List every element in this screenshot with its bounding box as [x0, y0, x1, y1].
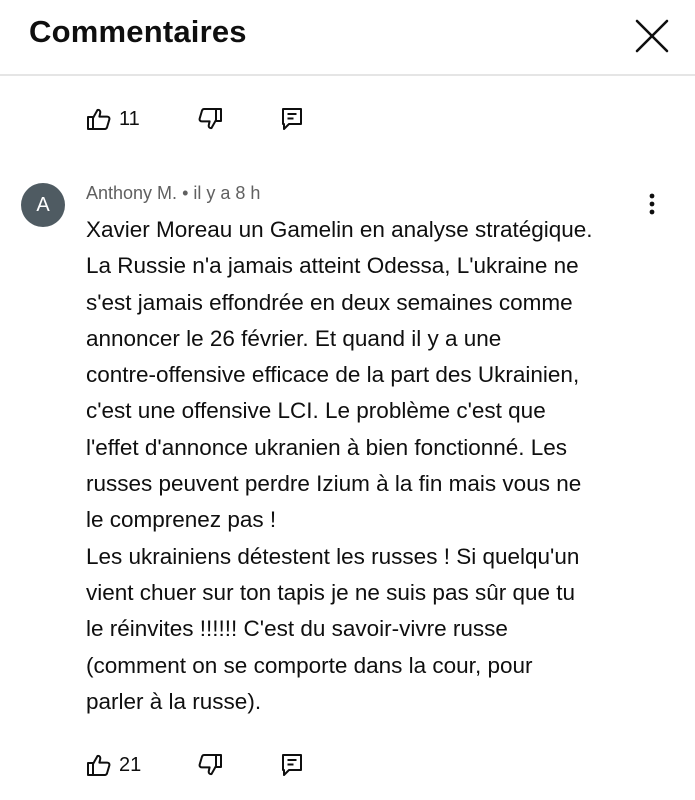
- dislike-button[interactable]: [197, 106, 223, 132]
- dislike-button[interactable]: [197, 752, 223, 778]
- comment-line: russes peuvent perdre Izium à la fin mai…: [86, 471, 582, 497]
- comment-line: La Russie n'a jamais atteint Odessa, L'u…: [86, 253, 579, 279]
- comment-body: Xavier Moreau un Gamelin en analyse stra…: [86, 212, 666, 720]
- comment-line: parler à la russe).: [86, 688, 262, 714]
- close-button[interactable]: [632, 16, 672, 56]
- reply-button[interactable]: [279, 106, 305, 132]
- comment-time: il y a 8 h: [193, 183, 261, 203]
- comment-line: le comprenez pas !: [86, 507, 277, 533]
- like-button[interactable]: 11: [86, 106, 171, 132]
- page-title: Commentaires: [29, 14, 247, 49]
- comment-line: Xavier Moreau un Gamelin en analyse stra…: [86, 217, 593, 242]
- author-name[interactable]: Anthony M.: [86, 183, 177, 203]
- like-count: 11: [119, 107, 140, 130]
- comment-line: le réinvites !!!!!! C'est du savoir-vivr…: [86, 616, 508, 642]
- header-bar: Commentaires: [0, 0, 695, 76]
- previous-comment-actions: 11: [86, 102, 305, 136]
- like-count: 21: [119, 753, 142, 776]
- like-button[interactable]: 21: [86, 752, 171, 778]
- meta-separator: •: [182, 183, 189, 203]
- avatar[interactable]: A: [21, 183, 65, 227]
- comment-line: s'est jamais effondrée en deux semaines …: [86, 289, 573, 315]
- thumb-up-icon: [87, 754, 111, 776]
- reply-icon: [282, 108, 302, 130]
- comment-actions: 21: [86, 748, 305, 782]
- comment-line: contre-offensive efficace de la part des…: [86, 362, 580, 388]
- comment-line: c'est une offensive LCI. Le problème c'e…: [86, 398, 546, 424]
- comment-line: vient chuer sur ton tapis je ne suis pas…: [86, 579, 576, 605]
- comment-line: Les ukrainiens détestent les russes ! Si…: [86, 543, 580, 569]
- thumb-down-icon: [198, 108, 222, 130]
- thumb-down-icon: [198, 754, 222, 776]
- close-icon: [635, 19, 669, 53]
- thumb-up-icon: [87, 108, 111, 130]
- reply-icon: [282, 754, 302, 776]
- comment-line: l'effet d'annonce ukranien à bien foncti…: [86, 434, 568, 460]
- comment-meta: Anthony M. • il y a 8 h: [86, 183, 260, 204]
- reply-button[interactable]: [279, 752, 305, 778]
- avatar-letter: A: [36, 193, 50, 216]
- comment-line: (comment on se comporte dans la cour, po…: [86, 652, 533, 678]
- comment-line: annoncer le 26 février. Et quand il y a …: [86, 325, 502, 351]
